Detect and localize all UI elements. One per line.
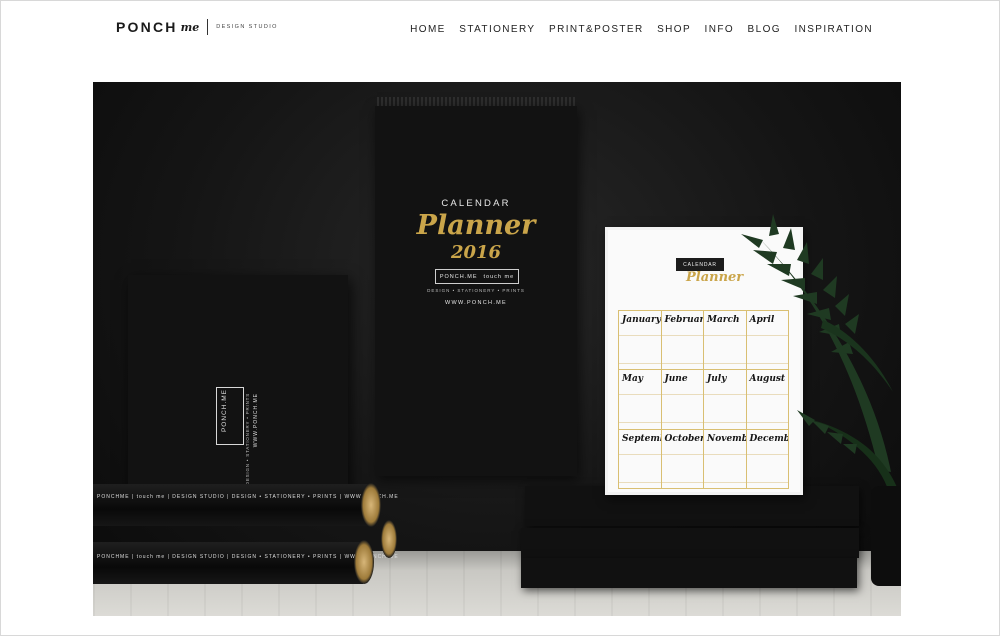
black-box-stack-middle: [521, 528, 859, 558]
month-cell: June: [661, 370, 704, 430]
month-cell: October: [661, 429, 704, 489]
box-brand: PONCH.ME: [221, 389, 228, 433]
tube-end-top: [361, 483, 381, 527]
tube-label: PONCHME | touch me | DESIGN STUDIO | DES…: [97, 494, 399, 500]
calendar-title: CALENDAR: [441, 198, 511, 209]
box-tagline: DESIGN • STATIONERY • PRINTS: [245, 393, 250, 486]
month-cell: May: [619, 370, 662, 430]
calendar-tagline: DESIGN • STATIONERY • PRINTS: [427, 288, 525, 293]
poster-tube-bottom: PONCHME | touch me | DESIGN STUDIO | DES…: [93, 542, 398, 584]
tube-end-bottom: [354, 540, 374, 584]
plant-pot: [871, 486, 901, 586]
nav-print-poster[interactable]: PRINT&POSTER: [549, 24, 644, 36]
month-cell: February: [661, 311, 704, 371]
box-url: WWW.PONCH.ME: [253, 393, 259, 448]
nav-inspiration[interactable]: INSPIRATION: [794, 24, 873, 36]
black-box-stack-bottom: [521, 558, 857, 588]
month-label: May: [622, 374, 644, 385]
month-label: September: [622, 433, 661, 444]
logo-tagline: DESIGN STUDIO: [216, 24, 278, 30]
month-cell: January: [619, 311, 662, 371]
logo-script: me: [180, 20, 200, 34]
nav-home[interactable]: HOME: [410, 24, 446, 36]
calendar-year: 2016: [450, 242, 502, 263]
calendar-brand: PONCH.ME: [439, 273, 478, 280]
nav-stationery[interactable]: STATIONERY: [459, 24, 535, 36]
main-nav: HOME STATIONERY PRINT&POSTER SHOP INFO B…: [410, 24, 873, 36]
wall-calendar: CALENDAR Planner 2016 PONCH.ME touch me …: [375, 106, 577, 476]
nav-shop[interactable]: SHOP: [657, 24, 691, 36]
logo-divider: [207, 19, 209, 35]
calendar-planner-script: Planner: [416, 210, 536, 241]
logo-wordmark: PONCH: [116, 19, 178, 35]
calendar-brand-box: PONCH.ME touch me: [435, 269, 519, 284]
hero-image: CALENDAR Planner 2016 PONCH.ME touch me …: [93, 82, 901, 616]
site-header: PONCH me DESIGN STUDIO HOME STATIONERY P…: [0, 0, 1000, 62]
poster-tube-top: PONCHME | touch me | DESIGN STUDIO | DES…: [93, 484, 398, 526]
calendar-brand-script: touch me: [483, 273, 515, 280]
fern-plant-icon: [741, 214, 899, 492]
nav-blog[interactable]: BLOG: [748, 24, 781, 36]
month-label: October: [664, 433, 704, 444]
black-gift-box: PONCH.ME DESIGN • STATIONERY • PRINTS WW…: [128, 275, 348, 495]
month-label: February: [664, 315, 704, 325]
tube-end-back: [381, 520, 397, 558]
month-label: January: [622, 315, 661, 325]
nav-info[interactable]: INFO: [705, 24, 735, 36]
month-label: June: [664, 374, 688, 385]
month-cell: September: [619, 429, 662, 489]
site-logo[interactable]: PONCH me DESIGN STUDIO: [116, 18, 278, 36]
calendar-url: WWW.PONCH.ME: [444, 300, 508, 306]
